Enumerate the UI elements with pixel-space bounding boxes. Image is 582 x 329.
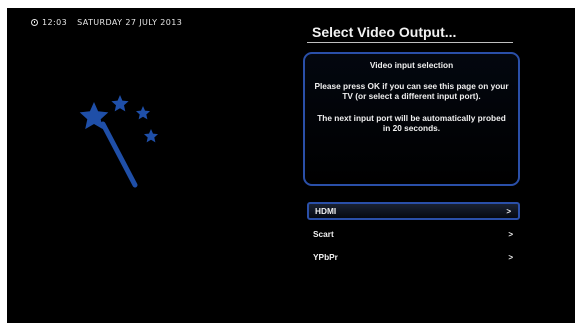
output-menu: HDMI > Scart > YPbPr >: [307, 202, 520, 271]
title-divider: [307, 42, 513, 43]
clock-date: SATURDAY 27 JULY 2013: [77, 18, 183, 27]
info-text-probe: The next input port will be automaticall…: [317, 113, 506, 133]
menu-item-label: YPbPr: [313, 252, 338, 262]
menu-item-label: HDMI: [315, 206, 337, 216]
info-box: Video input selection Please press OK if…: [303, 52, 520, 186]
clock-icon: [31, 19, 38, 26]
info-text: Please press OK if you can see this page…: [314, 81, 509, 101]
status-bar: 12:03 SATURDAY 27 JULY 2013: [31, 18, 182, 27]
clock-time: 12:03: [42, 18, 68, 27]
tv-screen: 12:03 SATURDAY 27 JULY 2013 Select Video…: [7, 8, 575, 323]
magic-wand-icon: [79, 95, 158, 188]
menu-item-ypbpr[interactable]: YPbPr >: [307, 248, 520, 266]
chevron-right-icon: >: [508, 229, 513, 239]
menu-item-label: Scart: [313, 229, 334, 239]
chevron-right-icon: >: [508, 252, 513, 262]
menu-item-hdmi[interactable]: HDMI >: [307, 202, 520, 220]
info-heading: Video input selection: [369, 60, 454, 70]
menu-item-scart[interactable]: Scart >: [307, 225, 520, 243]
chevron-right-icon: >: [506, 206, 511, 216]
page-title: Select Video Output...: [312, 24, 457, 40]
